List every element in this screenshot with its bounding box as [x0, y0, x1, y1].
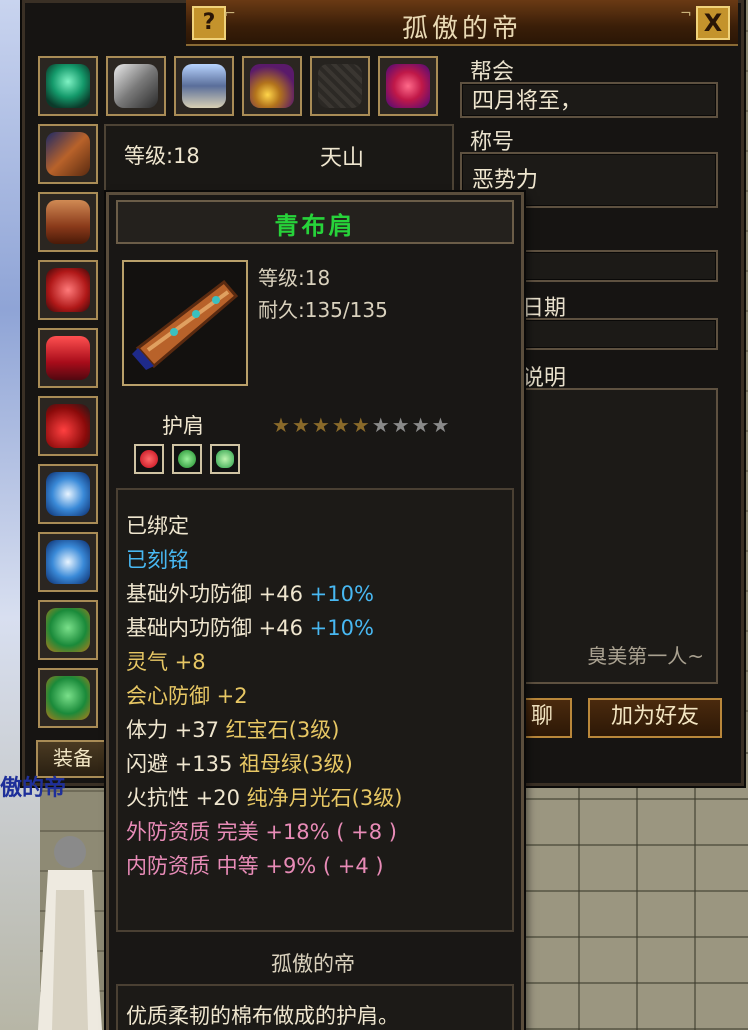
- item-attribute-row: 外防资质 完美 +18% ( +8 ): [126, 816, 397, 846]
- star-filled-icon: ★: [272, 413, 290, 437]
- item-level: 等级:18: [258, 266, 331, 290]
- attribute-text: 闪避 +135: [126, 752, 233, 776]
- boot-icon: [46, 404, 90, 448]
- star-filled-icon: ★: [351, 413, 370, 437]
- item-attribute-row: 基础内功防御 +46 +10%: [126, 612, 374, 642]
- item-type: 护肩: [162, 414, 204, 438]
- attribute-extra: 纯净月光石(3级): [240, 786, 403, 810]
- item-attribute-row: 火抗性 +20 纯净月光石(3级): [126, 782, 402, 812]
- blank-field: [512, 250, 718, 282]
- star-empty-icon: ★: [391, 413, 410, 437]
- jade-slot-1[interactable]: [38, 464, 98, 524]
- game-scene: 孤傲的帝 ? X ⌐ ¬ 装备 等级:18 天山 帮会 四月将至， 称号 恶势力…: [0, 0, 748, 1030]
- jade-icon: [46, 540, 90, 584]
- corner-ornament-icon: ⌐: [224, 6, 236, 22]
- item-description: 优质柔韧的棉布做成的护肩。: [126, 1004, 399, 1028]
- attribute-extra: +10%: [303, 582, 374, 606]
- pouch-slot-1[interactable]: [38, 600, 98, 660]
- shoulder-pad-icon: [132, 279, 239, 370]
- star-filled-icon: ★: [331, 413, 350, 437]
- pouch-icon: [46, 676, 90, 720]
- item-name-bar: 青布肩: [116, 200, 514, 244]
- star-empty-icon: ★: [411, 413, 430, 437]
- attribute-extra: +10%: [303, 616, 374, 640]
- item-attribute-row: 体力 +37 红宝石(3级): [126, 714, 339, 744]
- item-attribute-row: 已刻铭: [126, 544, 189, 574]
- attribute-text: 内防资质 中等 +9% ( +4 ): [126, 854, 384, 878]
- attribute-text: 已刻铭: [126, 548, 189, 572]
- cloak-slot[interactable]: [378, 56, 438, 116]
- attribute-text: 外防资质 完美 +18% ( +8 ): [126, 820, 397, 844]
- star-empty-icon: ★: [431, 413, 450, 437]
- player-name-floating: 傲的帝: [0, 776, 67, 801]
- item-name: 青布肩: [274, 212, 356, 240]
- empty-slot-icon: [318, 64, 362, 108]
- signature-text: 臭美第一人~: [587, 644, 704, 668]
- jade-slot-2[interactable]: [38, 532, 98, 592]
- panel-titlebar[interactable]: 孤傲的帝: [186, 0, 738, 46]
- date-field: [512, 318, 718, 350]
- character-sect: 天山: [320, 146, 365, 171]
- close-button[interactable]: X: [696, 6, 730, 40]
- item-maker: 孤傲的帝: [271, 952, 355, 976]
- cloak-icon: [386, 64, 430, 108]
- bracer-slot[interactable]: [38, 192, 98, 252]
- gem-slot-green-2: [210, 444, 240, 474]
- help-button[interactable]: ?: [192, 6, 226, 40]
- armor-icon: [182, 64, 226, 108]
- item-attribute-row: 会心防御 +2: [126, 680, 248, 710]
- player-character-sprite[interactable]: [28, 830, 108, 1030]
- star-filled-icon: ★: [291, 413, 310, 437]
- blade-icon: [114, 64, 158, 108]
- empty-slot[interactable]: [310, 56, 370, 116]
- emerald-gem-icon: [178, 450, 196, 468]
- weapon-icon: [46, 64, 90, 108]
- attribute-text: 基础外功防御 +46: [126, 582, 303, 606]
- star-empty-icon: ★: [371, 413, 390, 437]
- belt-slot[interactable]: [38, 328, 98, 388]
- bracer-icon: [46, 200, 90, 244]
- guild-field: 四月将至，: [460, 82, 718, 118]
- pouch-slot-2[interactable]: [38, 668, 98, 728]
- attribute-text: 已绑定: [126, 514, 189, 538]
- star-filled-icon: ★: [311, 413, 330, 437]
- ring-icon: [250, 64, 294, 108]
- moonstone-gem-icon: [216, 450, 234, 468]
- enhance-stars: ★ ★ ★ ★ ★ ★ ★ ★ ★: [272, 414, 451, 436]
- character-level: 等级:18: [124, 144, 200, 168]
- gem-slot-green: [172, 444, 202, 474]
- item-attribute-row: 内防资质 中等 +9% ( +4 ): [126, 850, 384, 880]
- jade-icon: [46, 472, 90, 516]
- glove-slot[interactable]: [38, 260, 98, 320]
- glove-icon: [46, 268, 90, 312]
- shoulder-slot[interactable]: [38, 124, 98, 184]
- item-attribute-row: 灵气 +8: [126, 646, 206, 676]
- corner-ornament-icon: ¬: [680, 6, 692, 22]
- blade-slot[interactable]: [106, 56, 166, 116]
- attribute-text: 会心防御 +2: [126, 684, 248, 708]
- belt-icon: [46, 336, 90, 380]
- item-attribute-row: 已绑定: [126, 510, 189, 540]
- ring-slot[interactable]: [242, 56, 302, 116]
- panel-title: 孤傲的帝: [401, 14, 522, 44]
- weapon-slot[interactable]: [38, 56, 98, 116]
- item-icon-frame: [122, 260, 248, 386]
- pouch-icon: [46, 608, 90, 652]
- attribute-extra: 红宝石(3级): [219, 718, 340, 742]
- attribute-text: 基础内功防御 +46: [126, 616, 303, 640]
- shoulder-icon: [46, 132, 90, 176]
- item-durability: 耐久:135/135: [258, 298, 388, 322]
- ruby-gem-icon: [140, 450, 158, 468]
- attribute-extra: 祖母绿(3级): [232, 752, 353, 776]
- boot-slot[interactable]: [38, 396, 98, 456]
- attribute-text: 火抗性 +20: [126, 786, 240, 810]
- armor-slot[interactable]: [174, 56, 234, 116]
- attribute-text: 体力 +37: [126, 718, 219, 742]
- gem-slot-red: [134, 444, 164, 474]
- add-friend-button[interactable]: 加为好友: [588, 698, 722, 738]
- attribute-text: 灵气 +8: [126, 650, 206, 674]
- item-attribute-row: 基础外功防御 +46 +10%: [126, 578, 374, 608]
- item-attribute-row: 闪避 +135 祖母绿(3级): [126, 748, 353, 778]
